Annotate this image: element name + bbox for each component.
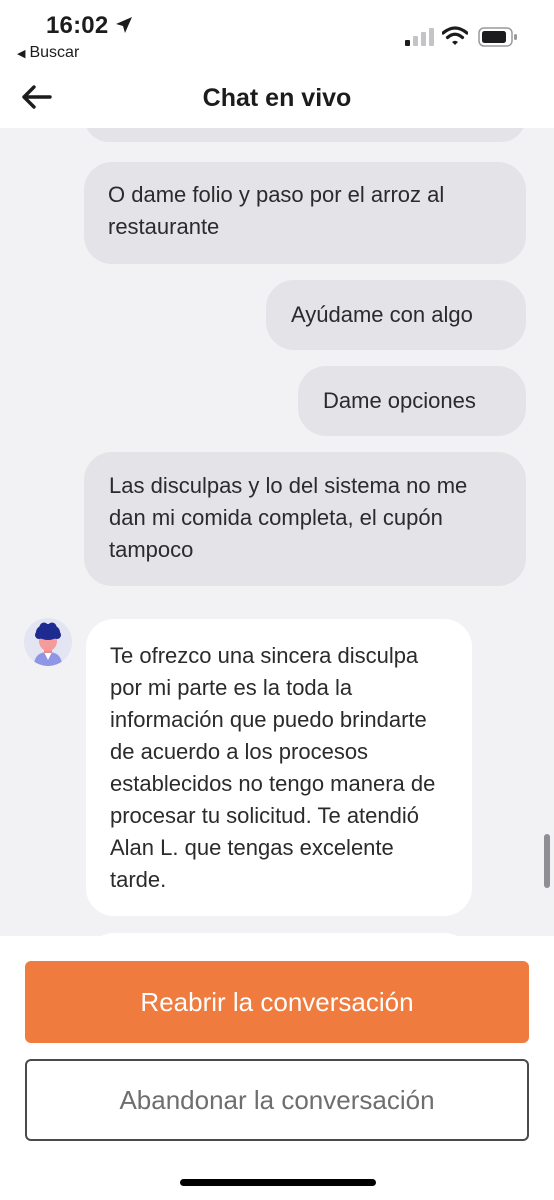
agent-avatar-icon <box>24 618 72 666</box>
nav-bar: Chat en vivo <box>0 70 554 128</box>
status-time: 16:02 <box>46 12 109 39</box>
bottom-action-panel: Reabrir la conversación Abandonar la con… <box>0 936 554 1200</box>
user-message-bubble: Las disculpas y lo del sistema no me dan… <box>84 452 526 586</box>
user-message-bubble: O dame folio y paso por el arroz al rest… <box>84 162 526 264</box>
wifi-icon <box>442 26 468 45</box>
battery-icon <box>478 27 517 47</box>
agent-message-bubble: Te ofrezco una sincera disculpa por mi p… <box>86 619 472 916</box>
user-message-bubble: Ayúdame con algo <box>266 280 526 350</box>
user-message-bubble <box>84 128 526 142</box>
status-bar: 16:02 ◀ Buscar <box>0 0 554 70</box>
back-triangle-icon: ◀ <box>17 47 26 60</box>
signal-icon <box>405 28 434 46</box>
chat-messages[interactable]: O dame folio y paso por el arroz al rest… <box>0 128 554 936</box>
location-arrow-icon <box>116 17 132 33</box>
abandon-conversation-button[interactable]: Abandonar la conversación <box>25 1059 529 1141</box>
user-message-bubble: Dame opciones <box>298 366 526 436</box>
home-indicator <box>180 1179 376 1186</box>
page-title: Chat en vivo <box>202 84 352 112</box>
back-to-app-link[interactable]: ◀ Buscar <box>17 44 79 62</box>
reopen-conversation-button[interactable]: Reabrir la conversación <box>25 961 529 1043</box>
scrollbar-thumb[interactable] <box>544 834 550 888</box>
back-app-label: Buscar <box>29 44 80 61</box>
agent-avatar <box>24 618 72 666</box>
